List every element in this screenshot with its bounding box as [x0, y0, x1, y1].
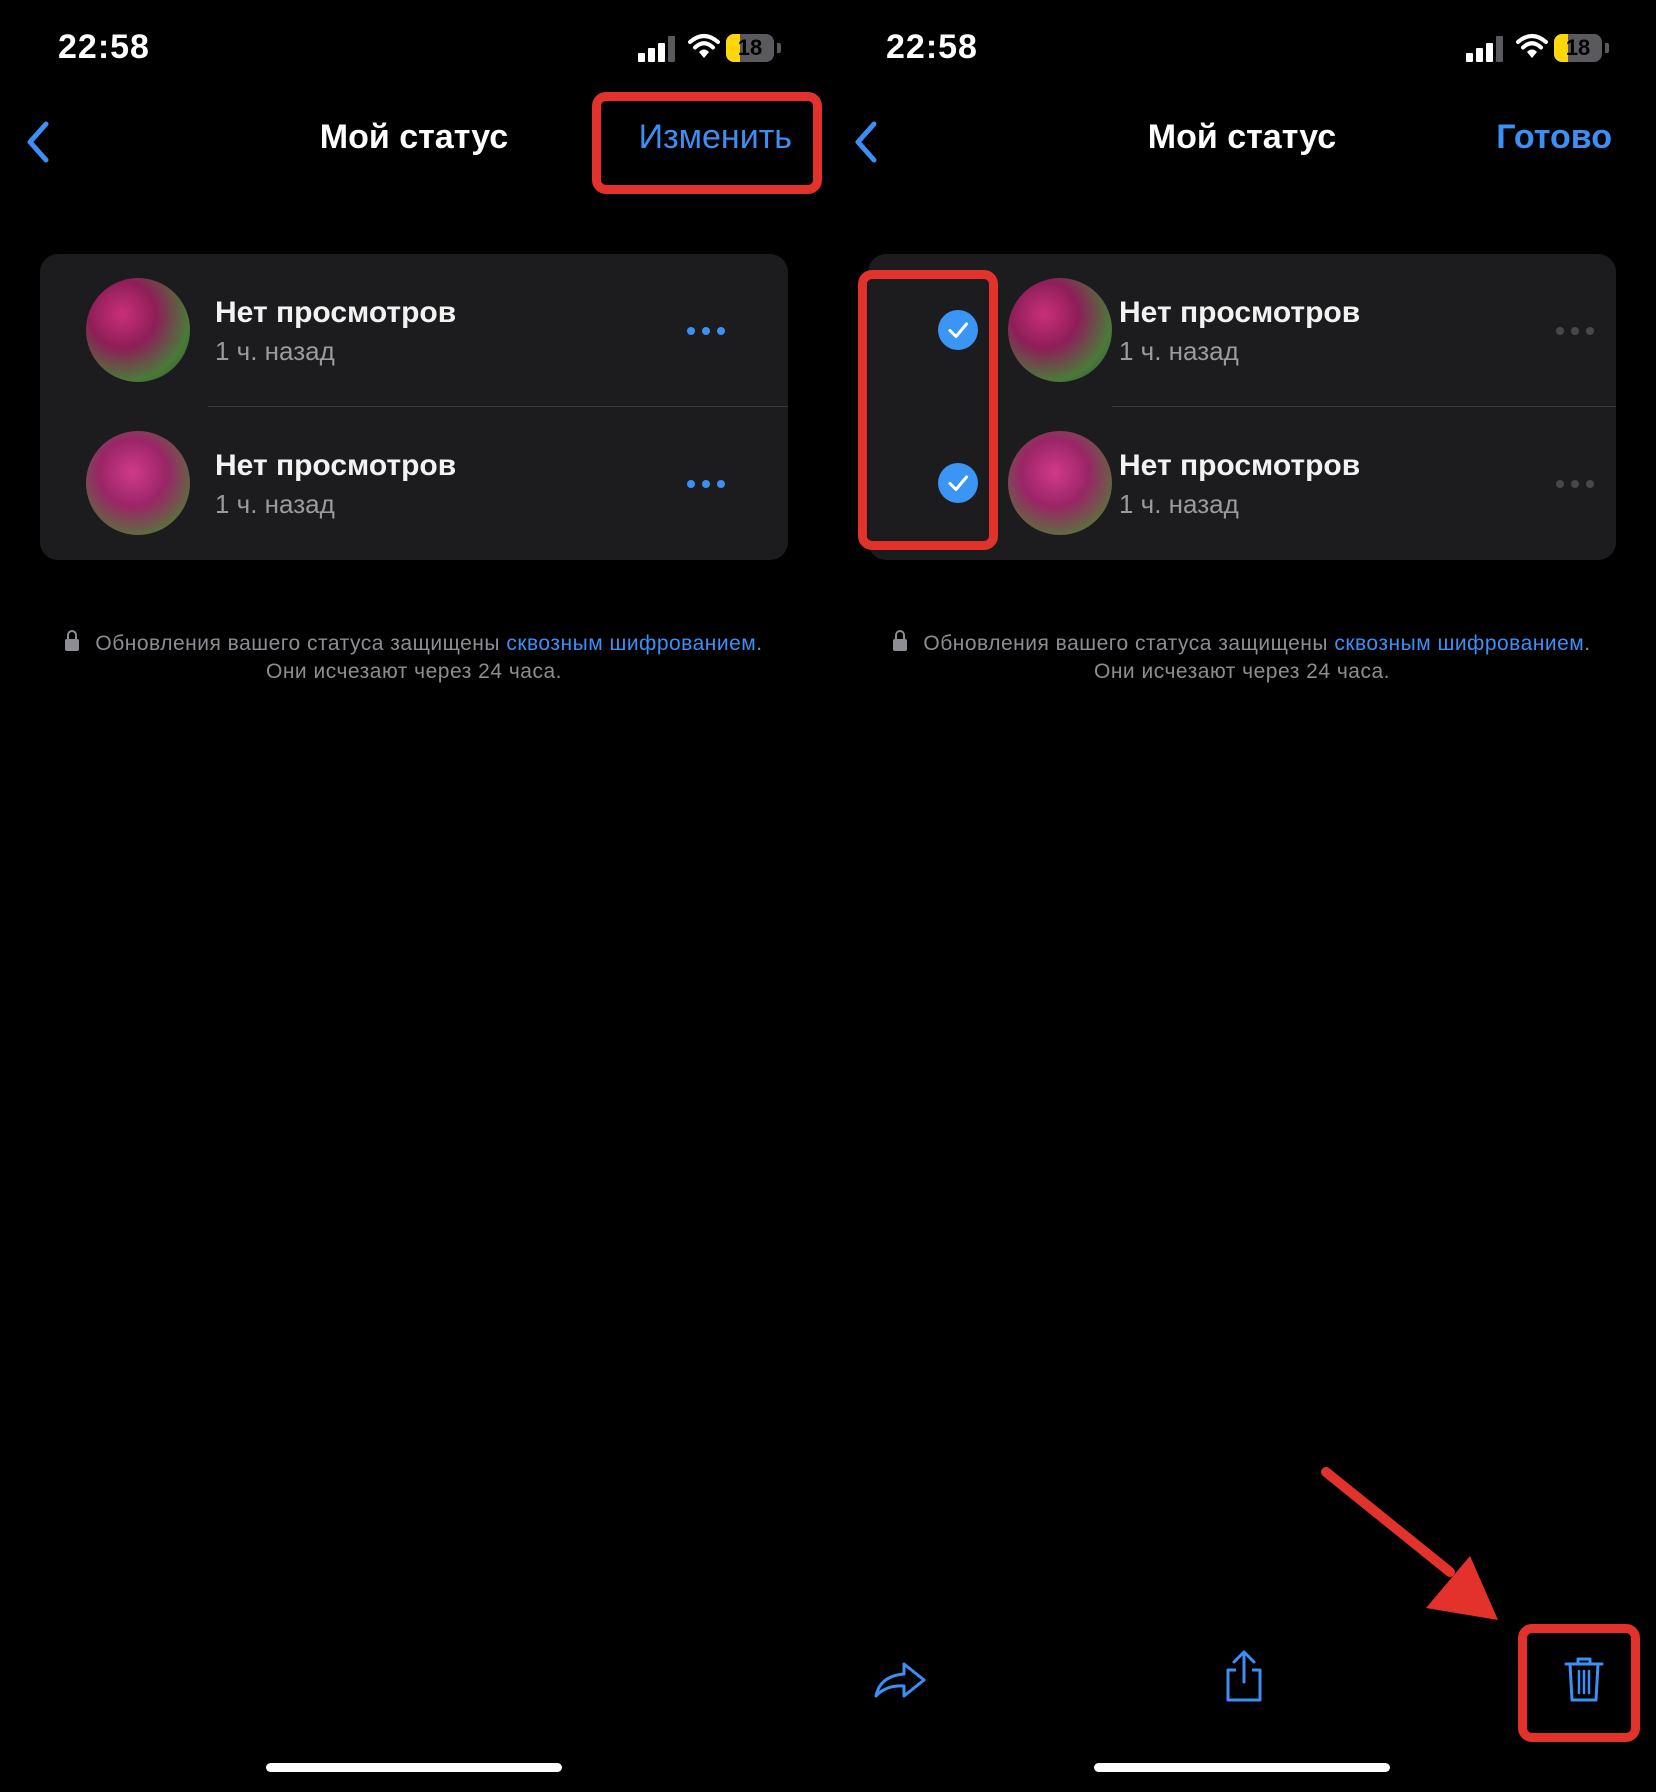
- wifi-icon: [688, 34, 720, 58]
- cellular-signal-icon: [1466, 36, 1508, 62]
- ellipsis-icon: [1556, 480, 1596, 488]
- status-item[interactable]: Нет просмотров 1 ч. назад: [40, 407, 788, 560]
- status-time-ago: 1 ч. назад: [215, 336, 335, 366]
- status-item[interactable]: Нет просмотров 1 ч. назад: [40, 254, 788, 407]
- forward-icon[interactable]: [870, 1656, 930, 1704]
- encryption-link[interactable]: сквозным шифрованием: [506, 632, 756, 655]
- annotation-highlight: [858, 270, 998, 550]
- encryption-note: Обновления вашего статуса защищены сквоз…: [828, 630, 1656, 686]
- annotation-highlight: [592, 92, 822, 194]
- status-thumbnail: [1008, 278, 1112, 382]
- status-thumbnail: [1008, 431, 1112, 535]
- encryption-link[interactable]: сквозным шифрованием: [1334, 632, 1584, 655]
- right-screen: 22:58 18 Мой статус Готово Нет просмотро…: [828, 0, 1656, 1792]
- cellular-signal-icon: [638, 36, 680, 62]
- done-button[interactable]: Готово: [1496, 118, 1612, 157]
- battery-level: 18: [737, 35, 763, 60]
- status-title: Нет просмотров: [215, 296, 457, 329]
- status-time: 22:58: [58, 28, 150, 66]
- battery-level: 18: [1565, 35, 1591, 60]
- ellipsis-icon[interactable]: [687, 327, 727, 335]
- annotation-arrow: [1321, 1467, 1498, 1620]
- status-thumbnail: [86, 431, 190, 535]
- battery-icon: 18: [1554, 34, 1602, 62]
- ellipsis-icon: [1556, 327, 1596, 335]
- status-time-ago: 1 ч. назад: [1119, 336, 1239, 366]
- left-screen: 22:58 18 Мой статус Изменить Нет просмот…: [0, 0, 828, 1792]
- wifi-icon: [1516, 34, 1548, 58]
- status-list: Нет просмотров 1 ч. назад Нет просмотров…: [40, 254, 788, 560]
- status-thumbnail: [86, 278, 190, 382]
- status-title: Нет просмотров: [215, 449, 457, 482]
- status-time: 22:58: [886, 28, 978, 66]
- home-indicator: [266, 1763, 562, 1772]
- status-title: Нет просмотров: [1119, 296, 1361, 329]
- status-title: Нет просмотров: [1119, 449, 1361, 482]
- encryption-note: Обновления вашего статуса защищены сквоз…: [0, 630, 828, 686]
- ellipsis-icon[interactable]: [687, 480, 727, 488]
- lock-icon: [65, 630, 80, 651]
- home-indicator: [1094, 1763, 1390, 1772]
- battery-icon: 18: [726, 34, 774, 62]
- status-time-ago: 1 ч. назад: [1119, 489, 1239, 519]
- annotation-highlight: [1518, 1624, 1640, 1742]
- lock-icon: [893, 630, 908, 651]
- status-icons: 18: [1466, 32, 1616, 66]
- share-icon[interactable]: [1222, 1648, 1266, 1704]
- status-time-ago: 1 ч. назад: [215, 489, 335, 519]
- status-icons: 18: [638, 32, 788, 66]
